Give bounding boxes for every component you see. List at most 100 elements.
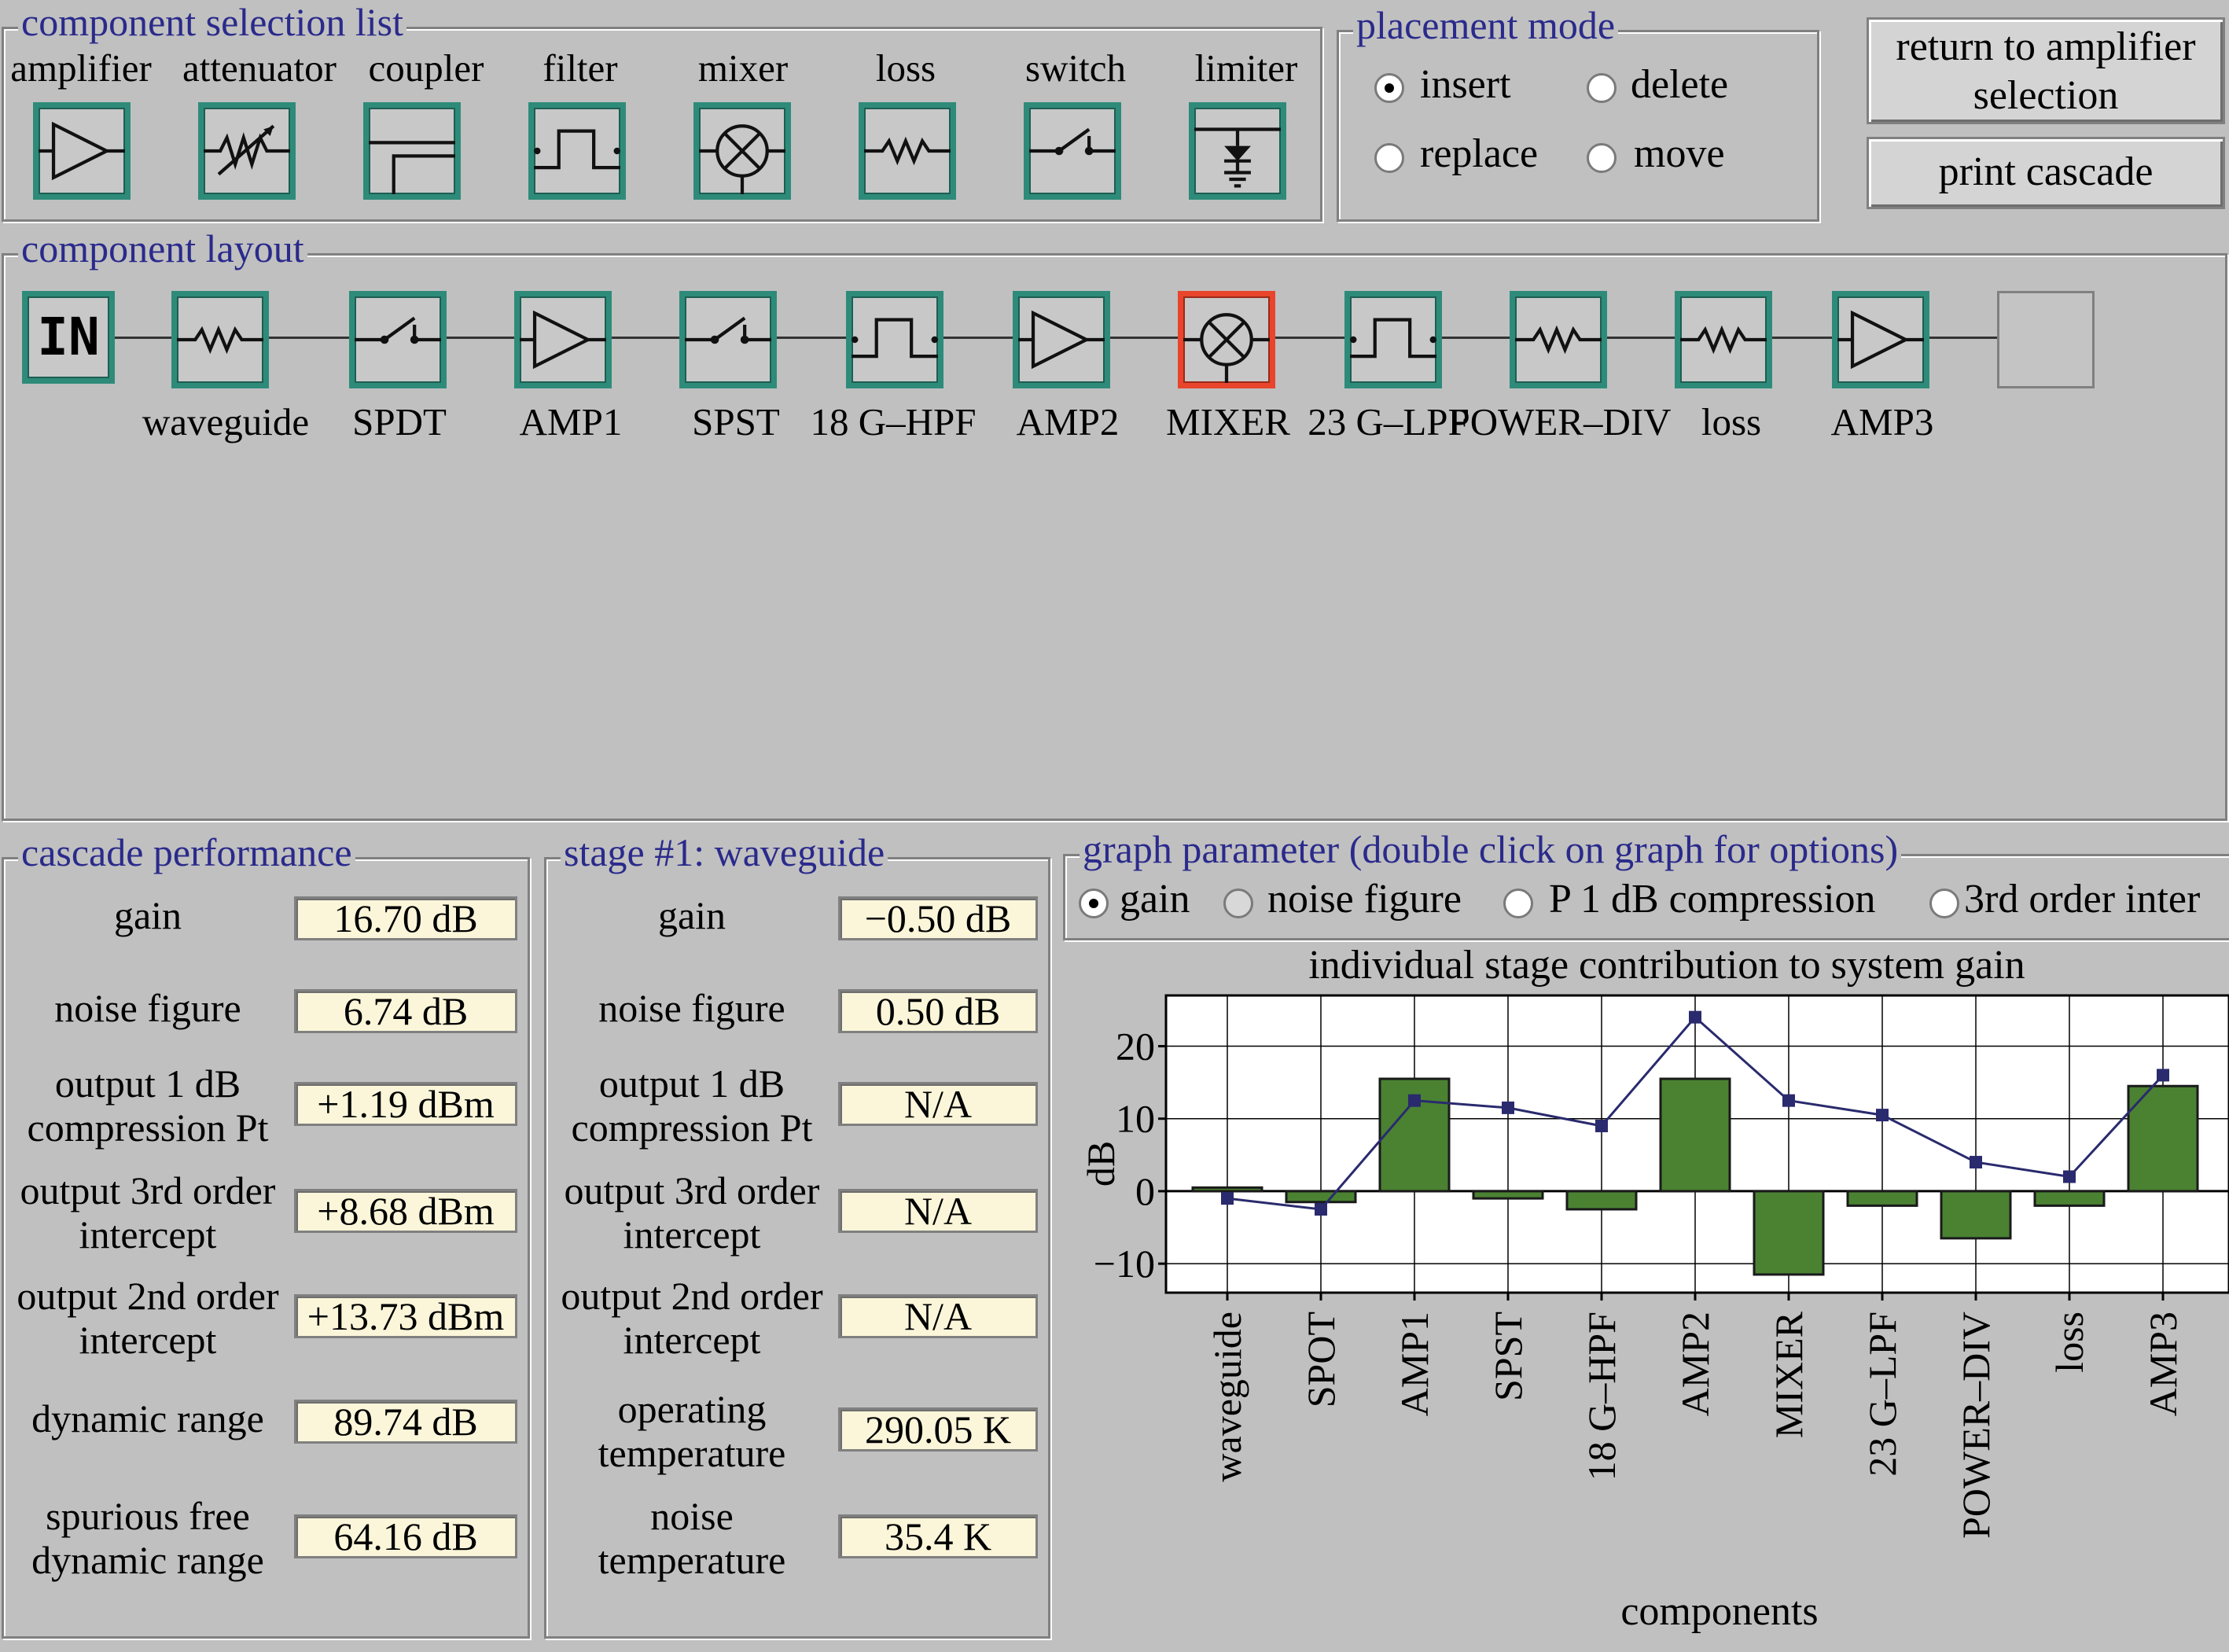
cumulative-gain-point — [1970, 1156, 1982, 1169]
move-label[interactable]: move — [1634, 131, 1725, 177]
print-cascade-button[interactable]: print cascade — [1867, 137, 2225, 209]
move-radio[interactable] — [1587, 143, 1617, 173]
coupler-icon — [369, 108, 455, 194]
third-order-radio[interactable] — [1929, 889, 1959, 918]
cascade-value: 16.70 dB — [294, 896, 517, 940]
insert-radio[interactable] — [1374, 73, 1404, 103]
layout-stage-11[interactable] — [1832, 291, 1929, 388]
loss-icon — [1515, 296, 1602, 383]
select-amplifier-button[interactable] — [33, 102, 131, 200]
gain-bar[interactable] — [1659, 1077, 1731, 1193]
cumulative-gain-point — [1315, 1202, 1327, 1216]
placement-mode-panel: placement mode — [1337, 2, 1819, 222]
switch-icon — [355, 296, 441, 383]
stage-label: output 2nd order intercept — [561, 1274, 823, 1362]
stage-value: N/A — [838, 1082, 1038, 1126]
stage-label: operating temperature — [598, 1387, 786, 1475]
cascade-label: output 2nd order intercept — [17, 1274, 279, 1362]
selection-label-coupler: coupler — [368, 46, 484, 90]
layout-stage-label: AMP1 — [519, 400, 623, 443]
delete-radio[interactable] — [1587, 73, 1617, 103]
gain-bar[interactable] — [2033, 1190, 2106, 1207]
gain-radio[interactable] — [1079, 889, 1109, 918]
cumulative-gain-point — [2063, 1170, 2076, 1183]
layout-stage-6[interactable] — [1013, 291, 1110, 388]
layout-stage-4[interactable] — [679, 291, 777, 388]
mixer-icon — [1183, 296, 1270, 383]
chart-xlabel: components — [1620, 1589, 1818, 1634]
select-loss-button[interactable] — [859, 102, 956, 200]
y-tick-label: 10 — [1116, 1097, 1155, 1141]
cascade-label: output 1 dB compression Pt — [27, 1061, 269, 1150]
layout-stage-1[interactable] — [171, 291, 269, 388]
layout-stage-3[interactable] — [514, 291, 612, 388]
layout-stage-label: POWER–DIV — [1448, 400, 1672, 443]
select-mixer-button[interactable] — [693, 102, 791, 200]
third-order-radio-label[interactable]: 3rd order inter — [1964, 876, 2200, 922]
cascade-value: +8.68 dBm — [294, 1189, 517, 1233]
gain-bar[interactable] — [1846, 1190, 1918, 1207]
print-cascade-label: print cascade — [1938, 149, 2154, 194]
x-tick-label: MIXER — [1767, 1311, 1811, 1438]
return-to-amplifier-button[interactable]: return to amplifier selection — [1867, 17, 2225, 124]
p1db-radio[interactable] — [1503, 889, 1533, 918]
cascade-value: +13.73 dBm — [294, 1294, 517, 1338]
empty-slot[interactable] — [1997, 291, 2095, 388]
layout-stage-label: 18 G–HPF — [810, 400, 977, 443]
loss-icon — [864, 108, 951, 194]
layout-stage-label: MIXER — [1166, 400, 1290, 443]
select-switch-button[interactable] — [1024, 102, 1121, 200]
component-layout-title: component layout — [18, 226, 307, 271]
y-tick-label: −10 — [1094, 1242, 1155, 1286]
amplifier-icon — [1837, 296, 1924, 383]
gain-radio-label[interactable]: gain — [1120, 876, 1190, 922]
insert-label[interactable]: insert — [1420, 61, 1511, 108]
stage-value: 0.50 dB — [838, 989, 1038, 1033]
select-coupler-button[interactable] — [363, 102, 461, 200]
layout-stage-label: SPDT — [352, 400, 447, 443]
mixer-icon — [699, 108, 785, 194]
layout-stage-label: loss — [1701, 400, 1762, 443]
noise-figure-radio-label[interactable]: noise figure — [1267, 876, 1462, 922]
gain-bar[interactable] — [1191, 1186, 1263, 1193]
gain-bar[interactable] — [1472, 1190, 1544, 1200]
layout-stage-10[interactable] — [1675, 291, 1772, 388]
gain-bar[interactable] — [1565, 1190, 1638, 1211]
cumulative-gain-point — [1689, 1010, 1701, 1024]
stage-value: 35.4 K — [838, 1514, 1038, 1558]
noise-figure-radio[interactable] — [1223, 889, 1253, 918]
layout-stage-7[interactable] — [1178, 291, 1275, 388]
layout-stage-9[interactable] — [1510, 291, 1607, 388]
gain-bar[interactable] — [1940, 1190, 2012, 1240]
y-tick-label: 20 — [1116, 1025, 1155, 1069]
cascade-label: gain — [113, 893, 182, 937]
layout-stage-5[interactable] — [846, 291, 943, 388]
input-node[interactable]: IN — [22, 291, 115, 384]
gain-bar[interactable] — [1285, 1190, 1357, 1204]
p1db-radio-label[interactable]: P 1 dB compression — [1549, 876, 1876, 922]
graph-parameter-title: graph parameter (double click on graph f… — [1080, 826, 1902, 872]
stage-value: N/A — [838, 1189, 1038, 1233]
chart-ylabel: dB — [1079, 1141, 1123, 1187]
cascade-value: 89.74 dB — [294, 1400, 517, 1444]
select-filter-button[interactable] — [528, 102, 626, 200]
cascade-label: spurious free dynamic range — [31, 1494, 264, 1582]
stage-label: output 3rd order intercept — [564, 1168, 820, 1256]
gain-chart[interactable]: individual stage contribution to system … — [1065, 944, 2229, 1643]
cumulative-gain-point — [1782, 1094, 1795, 1107]
switch-icon — [1029, 108, 1116, 194]
amplifier-icon — [1018, 296, 1105, 383]
layout-stage-label: 23 G–LPF — [1308, 400, 1469, 443]
replace-radio[interactable] — [1374, 143, 1404, 173]
layout-stage-2[interactable] — [349, 291, 447, 388]
select-limiter-button[interactable] — [1189, 102, 1286, 200]
select-attenuator-button[interactable] — [198, 102, 296, 200]
replace-label[interactable]: replace — [1420, 131, 1538, 177]
gain-bar[interactable] — [1753, 1190, 1825, 1276]
x-tick-label: SPST — [1486, 1312, 1530, 1401]
layout-stage-8[interactable] — [1344, 291, 1442, 388]
loss-icon — [177, 296, 263, 383]
layout-stage-label: AMP2 — [1016, 400, 1120, 443]
amplifier-icon — [520, 296, 606, 383]
delete-label[interactable]: delete — [1631, 61, 1728, 108]
